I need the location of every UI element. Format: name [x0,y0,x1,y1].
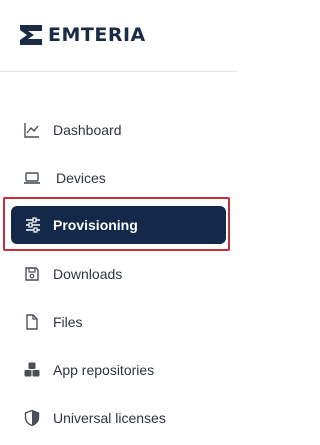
sidebar-item-label: Files [53,314,83,330]
brand-name: EMTERIA [48,24,146,46]
sliders-icon [24,216,42,234]
sidebar-item-label: Downloads [53,266,123,282]
sidebar-item-dashboard[interactable]: Dashboard [0,106,237,154]
chart-line-icon [23,121,41,139]
floppy-disk-icon [23,265,41,283]
sidebar-item-downloads[interactable]: Downloads [0,250,237,298]
sidebar-item-label: Provisioning [53,217,138,233]
laptop-icon [23,169,41,187]
sidebar-item-label: Devices [56,170,106,186]
sidebar-item-label: Universal licenses [53,410,166,426]
sidebar-item-devices[interactable]: Devices [0,154,237,202]
sidebar-item-label: App repositories [53,362,155,378]
emteria-logo-icon[interactable] [17,22,45,48]
cubes-icon [23,361,41,379]
logo-bar: EMTERIA [0,0,237,72]
sidebar-item-files[interactable]: Files [0,298,237,346]
sidebar-item-universal-licenses[interactable]: Universal licenses [0,394,237,442]
sidebar-item-provisioning[interactable]: Provisioning [11,206,226,244]
sidebar-item-label: Dashboard [53,122,122,138]
file-icon [23,313,41,331]
sidebar-item-app-repositories[interactable]: App repositories [0,346,237,394]
shield-icon [23,409,41,427]
